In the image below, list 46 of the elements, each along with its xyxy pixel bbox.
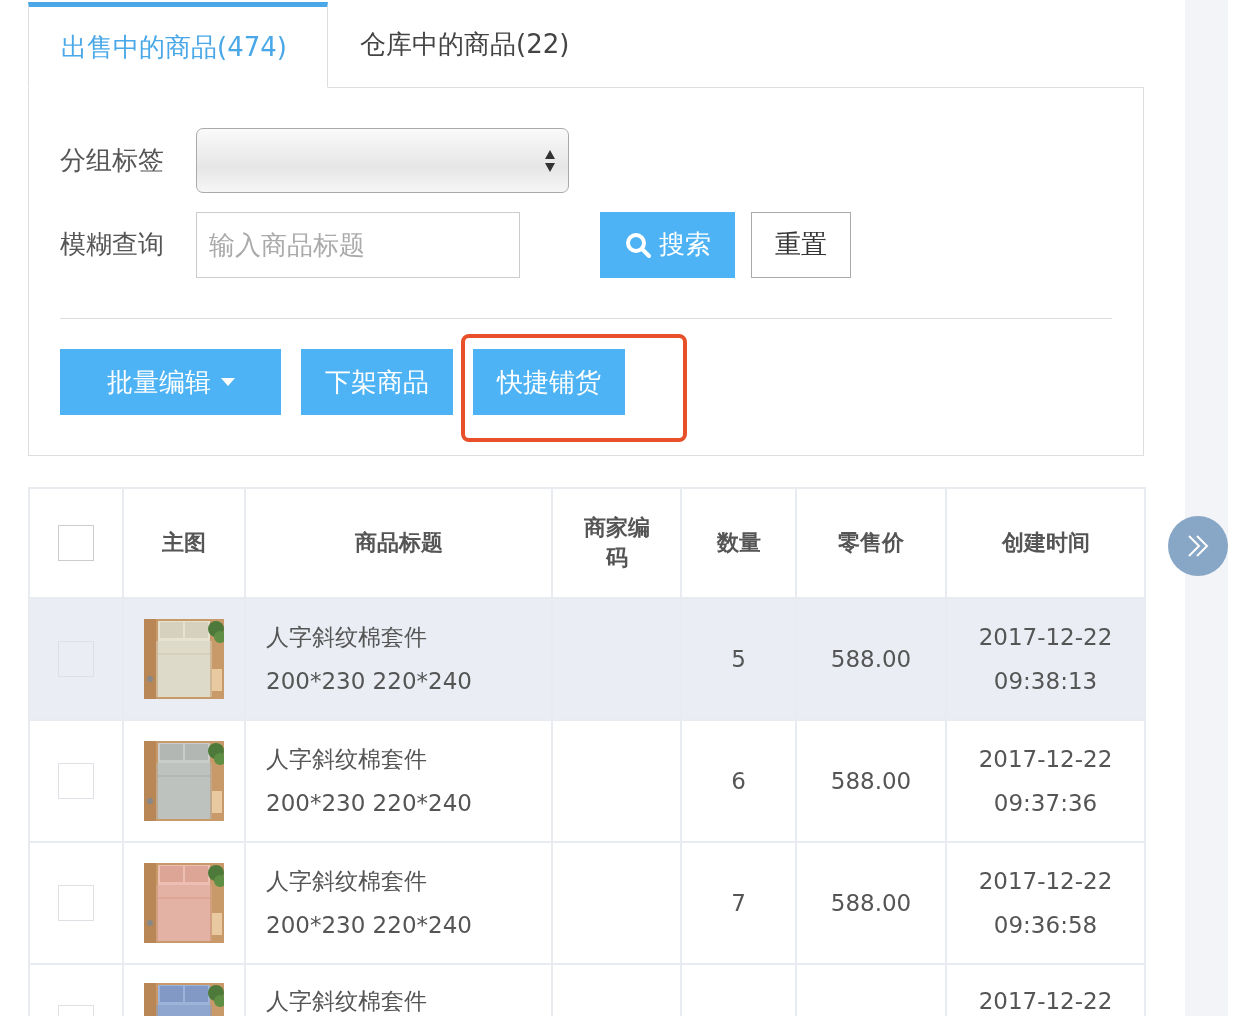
tab[interactable]: 仓库中的商品(22) bbox=[328, 2, 628, 88]
scrollbar-track[interactable] bbox=[1185, 0, 1228, 1016]
created-date: 2017-12-22 bbox=[977, 745, 1114, 774]
product-size: 200*230 220*240 bbox=[266, 911, 473, 940]
batch-edit-button[interactable]: 批量编辑 bbox=[60, 349, 281, 415]
product-size: 200*230 220*240 bbox=[266, 789, 473, 818]
field-label: 模糊查询 bbox=[60, 228, 165, 261]
double-chevron-icon bbox=[1186, 534, 1210, 558]
tab[interactable]: 出售中的商品(474) bbox=[28, 2, 328, 88]
created-time: 09:36:58 bbox=[992, 911, 1099, 940]
price: 588.00 bbox=[830, 768, 912, 794]
column-header: 主图 bbox=[162, 529, 206, 557]
stepper-icon bbox=[544, 148, 556, 173]
product-size: 200*230 220*240 bbox=[266, 667, 473, 696]
price: 588.00 bbox=[830, 646, 912, 672]
checkbox[interactable] bbox=[58, 763, 94, 799]
price: 588.00 bbox=[830, 890, 912, 916]
expand-button[interactable] bbox=[1168, 516, 1228, 576]
column-header: 创建时间 bbox=[1001, 529, 1090, 557]
column-header: 数量 bbox=[716, 529, 761, 557]
search-field[interactable]: 输入商品标题 bbox=[196, 211, 520, 278]
caret-icon bbox=[220, 378, 235, 386]
column-header: 商品标题 bbox=[354, 529, 443, 557]
product-title: 人字斜纹棉套件 bbox=[266, 867, 428, 896]
column-header: 零售价 bbox=[838, 529, 904, 557]
created-date: 2017-12-22 bbox=[977, 987, 1114, 1016]
search-icon bbox=[624, 231, 651, 258]
quantity: 6 bbox=[731, 768, 746, 794]
quantity: 7 bbox=[731, 890, 746, 916]
action-button[interactable]: 下架商品 bbox=[301, 349, 453, 415]
product-title: 人字斜纹棉套件 bbox=[266, 987, 428, 1016]
search-button[interactable]: 搜索 bbox=[600, 211, 735, 278]
checkbox[interactable] bbox=[58, 525, 94, 561]
quantity: 5 bbox=[731, 646, 746, 672]
field-label: 分组标签 bbox=[60, 144, 165, 177]
created-date: 2017-12-22 bbox=[977, 867, 1114, 896]
column-header: 商家编码 bbox=[582, 514, 651, 572]
checkbox[interactable] bbox=[58, 885, 94, 921]
created-time: 09:38:13 bbox=[992, 667, 1099, 696]
product-title: 人字斜纹棉套件 bbox=[266, 623, 428, 652]
reset-button[interactable]: 重置 bbox=[751, 211, 851, 278]
action-button[interactable]: 快捷铺货 bbox=[473, 349, 625, 415]
created-time: 09:37:36 bbox=[992, 789, 1099, 818]
created-date: 2017-12-22 bbox=[977, 623, 1114, 652]
group-dropdown[interactable] bbox=[196, 128, 569, 193]
product-title: 人字斜纹棉套件 bbox=[266, 745, 428, 774]
